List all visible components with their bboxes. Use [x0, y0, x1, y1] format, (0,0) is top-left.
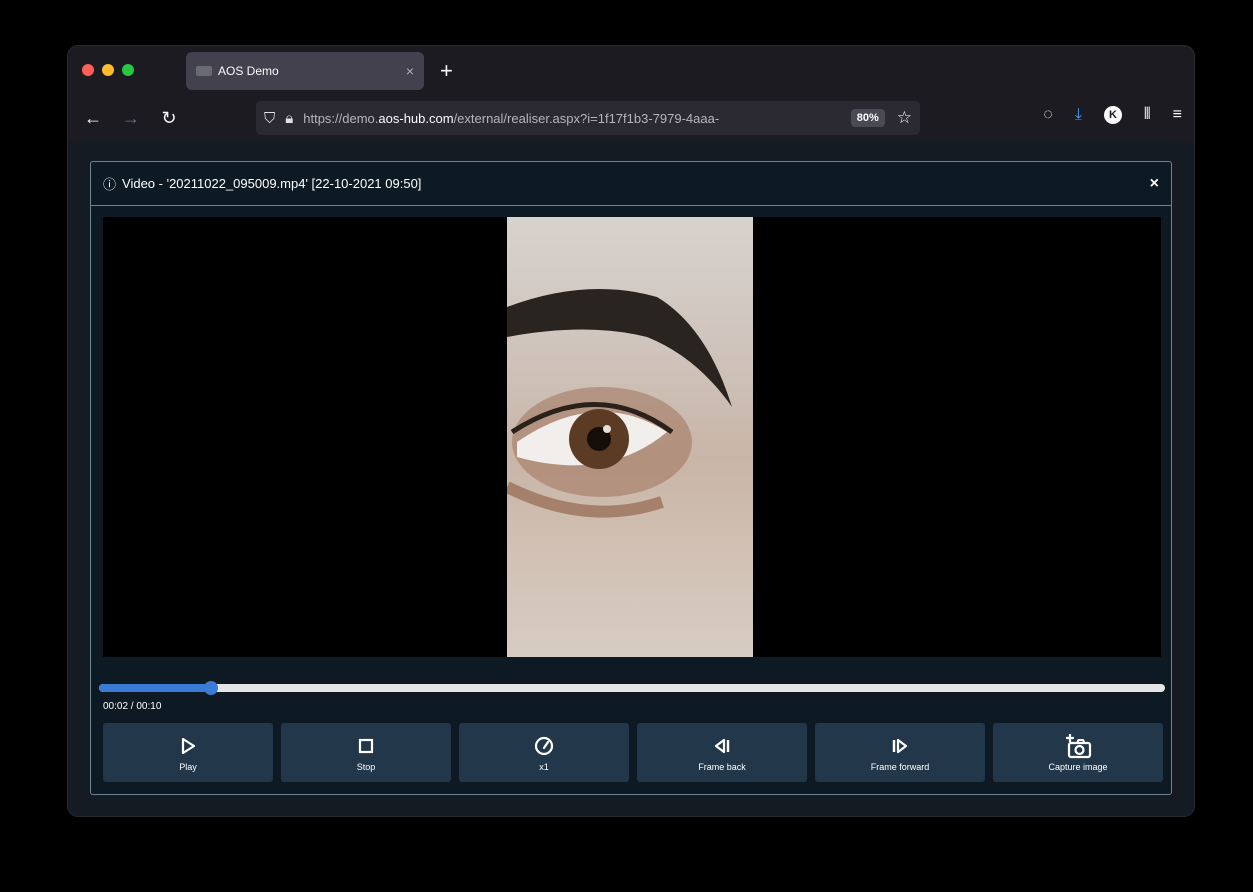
- account-avatar-icon[interactable]: K: [1103, 106, 1122, 124]
- forward-arrow-icon[interactable]: →: [116, 108, 146, 129]
- zoom-level-badge[interactable]: 80%: [850, 109, 885, 127]
- time-display: 00:02 / 00:10: [103, 701, 162, 712]
- speed-button[interactable]: x1: [459, 723, 629, 782]
- video-frame: [507, 217, 753, 657]
- play-icon: [180, 734, 196, 758]
- favicon-icon: [196, 66, 212, 76]
- zoom-window-button[interactable]: [122, 64, 134, 76]
- frame-back-icon: [713, 734, 731, 758]
- progress-fill: [99, 684, 211, 692]
- pocket-icon[interactable]: ◌: [1043, 106, 1053, 124]
- stop-button[interactable]: Stop: [281, 723, 451, 782]
- menu-icon[interactable]: ≡: [1173, 106, 1182, 124]
- url-text[interactable]: https://demo.aos-hub.com/external/realis…: [303, 111, 842, 126]
- video-player[interactable]: [103, 217, 1161, 657]
- video-frame-image: [507, 289, 732, 518]
- bookmark-star-icon[interactable]: ☆: [897, 108, 912, 128]
- progress-handle[interactable]: [203, 681, 218, 695]
- back-arrow-icon[interactable]: ←: [78, 108, 108, 129]
- window-controls: [82, 64, 134, 76]
- new-tab-button[interactable]: +: [440, 58, 453, 84]
- speed-gauge-icon: [534, 734, 554, 758]
- reload-icon[interactable]: ↻: [154, 108, 184, 129]
- toolbar-icons: ◌ ⤓ K ⫴ ≡: [1043, 106, 1182, 124]
- frame-forward-button[interactable]: Frame forward: [815, 723, 985, 782]
- lock-icon[interactable]: 🔒︎: [285, 110, 293, 127]
- browser-window: AOS Demo × + ← → ↻ ⛉ 🔒︎ https://demo.aos…: [68, 46, 1194, 816]
- frame-back-button[interactable]: Frame back: [637, 723, 807, 782]
- url-host: aos-hub.com: [378, 110, 454, 126]
- stop-icon: [358, 734, 374, 758]
- tab-title: AOS Demo: [218, 64, 279, 78]
- navigation-bar: ← → ↻ ⛉ 🔒︎ https://demo.aos-hub.com/exte…: [68, 96, 1194, 141]
- info-icon: ⓘ: [103, 177, 117, 192]
- play-button[interactable]: Play: [103, 723, 273, 782]
- modal-title: Video - '20211022_095009.mp4' [22-10-202…: [122, 176, 422, 191]
- extensions-icon[interactable]: ⫴: [1144, 106, 1151, 124]
- capture-image-button[interactable]: Capture image: [993, 723, 1163, 782]
- progress-bar[interactable]: [99, 681, 1165, 695]
- download-icon[interactable]: ⤓: [1075, 106, 1082, 124]
- play-label: Play: [179, 761, 197, 772]
- frame-forward-icon: [891, 734, 909, 758]
- shield-icon[interactable]: ⛉: [264, 110, 275, 127]
- camera-add-icon: [1064, 733, 1092, 758]
- page-content: ⓘ Video - '20211022_095009.mp4' [22-10-2…: [68, 141, 1194, 816]
- video-modal: ⓘ Video - '20211022_095009.mp4' [22-10-2…: [90, 161, 1172, 795]
- url-path: /external/realiser.aspx?i=1f17f1b3-7979-…: [453, 110, 720, 126]
- capture-image-label: Capture image: [1048, 761, 1108, 772]
- stop-label: Stop: [356, 761, 376, 772]
- url-bar[interactable]: ⛉ 🔒︎ https://demo.aos-hub.com/external/r…: [256, 101, 920, 135]
- tab-close-icon[interactable]: ×: [406, 63, 414, 79]
- modal-close-icon[interactable]: ×: [1150, 175, 1159, 193]
- minimize-window-button[interactable]: [102, 64, 114, 76]
- close-window-button[interactable]: [82, 64, 94, 76]
- player-controls: Play Stop x1 Frame back Frame forward Ca…: [103, 723, 1163, 782]
- frame-back-label: Frame back: [698, 761, 746, 772]
- speed-label: x1: [539, 761, 549, 772]
- browser-tab[interactable]: AOS Demo ×: [186, 52, 424, 90]
- tab-bar: AOS Demo × +: [68, 46, 1194, 96]
- frame-forward-label: Frame forward: [870, 761, 930, 772]
- modal-header: ⓘ Video - '20211022_095009.mp4' [22-10-2…: [91, 162, 1171, 206]
- url-prefix: https://demo.: [303, 110, 379, 126]
